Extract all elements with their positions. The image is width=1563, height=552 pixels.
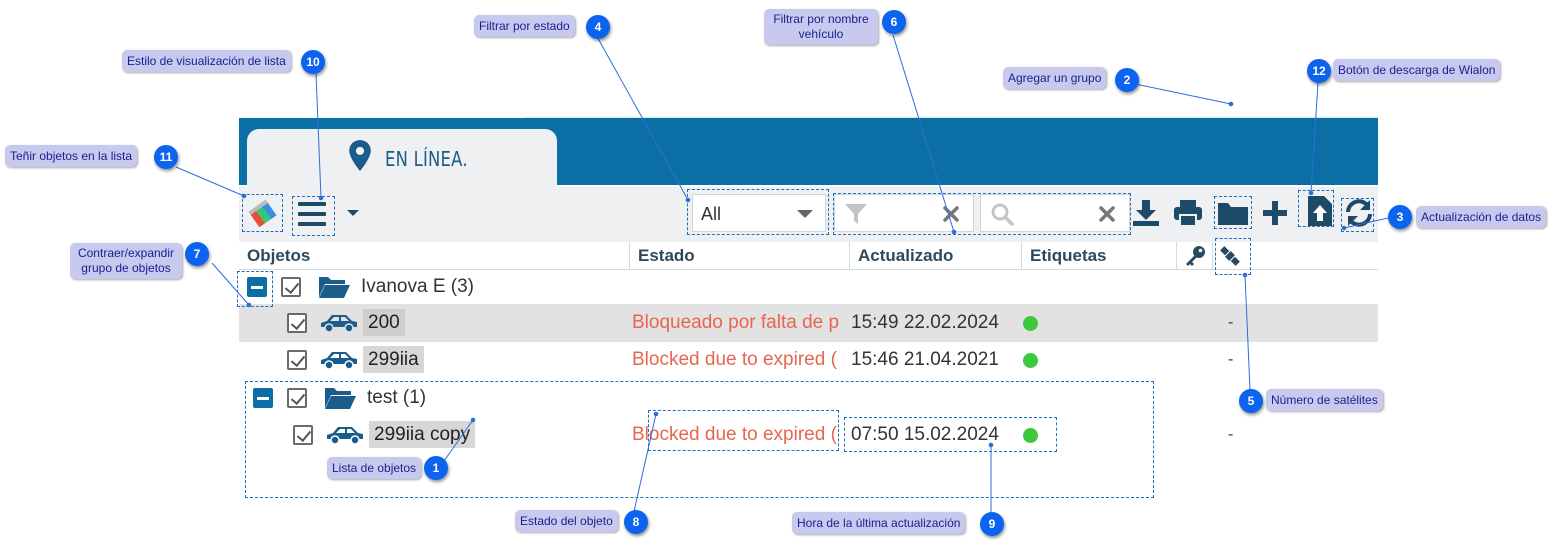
badge-1: 1: [424, 456, 448, 480]
callout-status-filter: Filtrar por estado: [474, 15, 575, 37]
callout-refresh: Actualización de datos: [1416, 206, 1547, 228]
badge-12: 12: [1307, 59, 1331, 83]
callout-color-tag: Teñir objetos en la lista: [5, 145, 138, 167]
callout-satellites: Número de satélites: [1266, 389, 1383, 411]
badge-9: 9: [980, 512, 1004, 536]
badge-5: 5: [1239, 389, 1263, 413]
badge-2: 2: [1115, 68, 1139, 92]
badge-6: 6: [882, 10, 906, 34]
badge-11: 11: [154, 145, 178, 169]
badge-3: 3: [1388, 205, 1412, 229]
badge-7: 7: [185, 242, 209, 266]
callout-collapse: Contraer/expandir grupo de objetos: [70, 243, 182, 279]
badge-8: 8: [624, 510, 648, 534]
callout-collapse-line1: Contraer/expandir: [77, 246, 175, 260]
callout-name-filter: Filtrar por nombre vehículo: [764, 9, 878, 45]
callout-object-list: Lista de objetos: [327, 457, 422, 479]
callout-name-filter-line2: vehículo: [798, 27, 844, 41]
callout-collapse-line2: grupo de objetos: [81, 261, 171, 275]
callout-name-filter-line1: Filtrar por nombre: [773, 12, 869, 26]
callout-object-status: Estado del objeto: [515, 510, 618, 532]
badge-10: 10: [301, 50, 325, 74]
callout-update-time: Hora de la última actualización: [792, 512, 966, 534]
badge-4: 4: [586, 15, 610, 39]
callout-download: Botón de descarga de Wialon: [1333, 59, 1501, 81]
callout-list-style: Estilo de visualización de lista: [122, 50, 291, 72]
leader-lines: [175, 32, 1389, 517]
callout-add-group: Agregar un grupo: [1003, 67, 1107, 89]
